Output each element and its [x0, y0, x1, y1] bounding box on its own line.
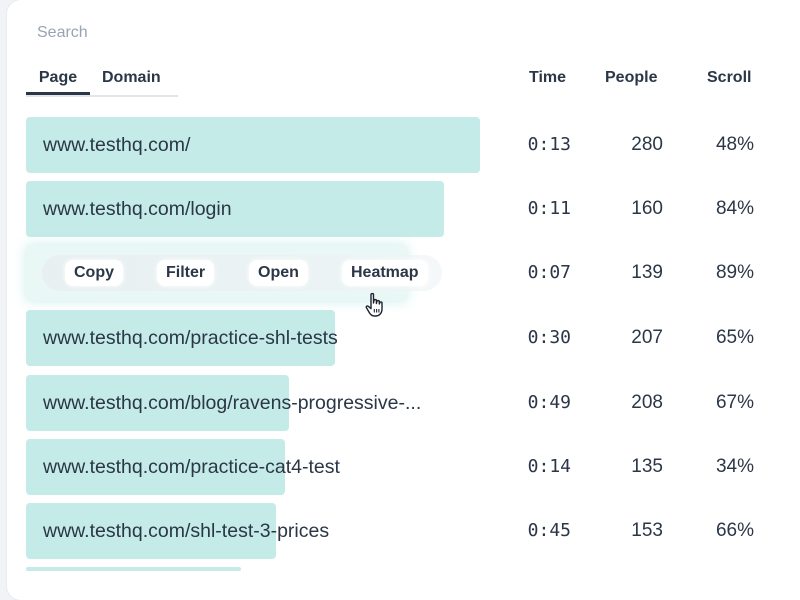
table-row[interactable]: www.testhq.com/practice-cat4-test 0:14 1… [26, 439, 800, 495]
heatmap-button[interactable]: Heatmap [342, 260, 428, 286]
row-scroll: 89% [715, 262, 754, 283]
search-input[interactable] [37, 22, 337, 44]
column-header-time[interactable]: Time [529, 68, 566, 88]
row-people: 153 [631, 520, 663, 541]
row-scroll: 48% [715, 134, 754, 155]
row-actions-toolbar: Copy Filter Open Heatmap [42, 255, 442, 291]
row-scroll: 34% [715, 456, 754, 477]
copy-button[interactable]: Copy [65, 260, 123, 286]
row-url: www.testhq.com/blog/ravens-progressive-.… [43, 392, 422, 414]
hand-pointer-icon [365, 292, 383, 317]
row-people: 207 [631, 327, 663, 348]
row-time: 0:49 [527, 392, 571, 413]
tab-page[interactable]: Page [26, 68, 90, 95]
row-time: 0:45 [527, 520, 571, 541]
tab-domain[interactable]: Domain [102, 68, 161, 93]
row-scroll: 66% [715, 520, 754, 541]
table-row[interactable]: www.testhq.com/login 0:11 160 84% [26, 181, 800, 237]
row-time: 0:30 [527, 327, 571, 348]
column-header-scroll[interactable]: Scroll [707, 68, 751, 88]
row-people: 208 [631, 392, 663, 413]
table-row[interactable]: www.testhq.com/blog/ravens-progressive-.… [26, 375, 800, 431]
row-time: 0:07 [527, 262, 571, 283]
table-row-hovered[interactable]: Copy Filter Open Heatmap 0:07 139 89% [26, 245, 800, 301]
row-scroll: 84% [715, 198, 754, 219]
row-people: 160 [631, 198, 663, 219]
row-scroll: 65% [715, 327, 754, 348]
row-time: 0:14 [527, 456, 571, 477]
table-row-partial[interactable] [26, 567, 800, 571]
row-people: 280 [631, 134, 663, 155]
row-scroll: 67% [715, 392, 754, 413]
row-time: 0:13 [527, 134, 571, 155]
row-url: www.testhq.com/practice-cat4-test [43, 456, 340, 478]
row-url: www.testhq.com/ [43, 134, 191, 156]
row-url: www.testhq.com/shl-test-3-prices [43, 520, 330, 542]
pages-panel: Page Domain Time People Scroll B www.tes… [7, 0, 800, 600]
open-button[interactable]: Open [249, 260, 308, 286]
row-people: 139 [631, 262, 663, 283]
row-bar-partial [26, 567, 241, 571]
row-url: www.testhq.com/practice-shl-tests [43, 327, 338, 349]
view-tabs: Page Domain [26, 68, 178, 97]
row-url: www.testhq.com/login [43, 198, 232, 220]
table-row[interactable]: www.testhq.com/ 0:13 280 48% [26, 117, 800, 173]
row-people: 135 [631, 456, 663, 477]
table-row[interactable]: www.testhq.com/shl-test-3-prices 0:45 15… [26, 503, 800, 559]
row-time: 0:11 [527, 198, 571, 219]
table-row[interactable]: www.testhq.com/practice-shl-tests 0:30 2… [26, 310, 800, 366]
filter-button[interactable]: Filter [157, 260, 215, 286]
column-header-people[interactable]: People [605, 68, 657, 88]
